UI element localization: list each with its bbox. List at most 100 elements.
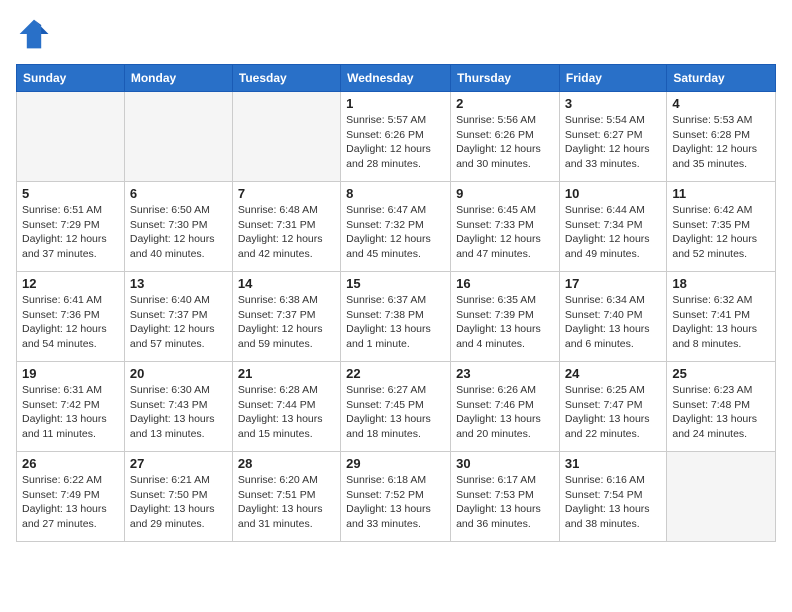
day-info: Sunrise: 5:57 AM Sunset: 6:26 PM Dayligh…: [346, 113, 445, 172]
calendar-header-row: SundayMondayTuesdayWednesdayThursdayFrid…: [17, 65, 776, 92]
calendar-cell: 19Sunrise: 6:31 AM Sunset: 7:42 PM Dayli…: [17, 362, 125, 452]
day-info: Sunrise: 6:22 AM Sunset: 7:49 PM Dayligh…: [22, 473, 119, 532]
page-header: [16, 16, 776, 52]
week-row-3: 19Sunrise: 6:31 AM Sunset: 7:42 PM Dayli…: [17, 362, 776, 452]
calendar-cell: 10 Sunrise: 6:44 AM Sunset: 7:34 PM Dayli…: [559, 182, 666, 272]
calendar-cell: 18Sunrise: 6:32 AM Sunset: 7:41 PM Dayli…: [667, 272, 776, 362]
day-info: Sunrise: 6:23 AM Sunset: 7:48 PM Dayligh…: [672, 383, 770, 442]
calendar-cell: 30 Sunrise: 6:17 AM Sunset: 7:53 PM Dayli…: [451, 452, 560, 542]
header-tuesday: Tuesday: [232, 65, 340, 92]
day-number: 27: [130, 456, 227, 471]
calendar-cell: 3Sunrise: 5:54 AM Sunset: 6:27 PM Daylig…: [559, 92, 666, 182]
calendar-cell: 23 Sunrise: 6:26 AM Sunset: 7:46 PM Dayli…: [451, 362, 560, 452]
header-monday: Monday: [124, 65, 232, 92]
week-row-1: 5 Sunrise: 6:51 AM Sunset: 7:29 PM Daylig…: [17, 182, 776, 272]
day-number: 25: [672, 366, 770, 381]
calendar-cell: 26 Sunrise: 6:22 AM Sunset: 7:49 PM Dayli…: [17, 452, 125, 542]
day-number: 23: [456, 366, 554, 381]
day-info: Sunrise: 6:17 AM Sunset: 7:53 PM Dayligh…: [456, 473, 554, 532]
week-row-0: 1 Sunrise: 5:57 AM Sunset: 6:26 PM Daylig…: [17, 92, 776, 182]
calendar-cell: 31 Sunrise: 6:16 AM Sunset: 7:54 PM Dayli…: [559, 452, 666, 542]
day-info: Sunrise: 6:26 AM Sunset: 7:46 PM Dayligh…: [456, 383, 554, 442]
week-row-2: 12 Sunrise: 6:41 AM Sunset: 7:36 PM Dayli…: [17, 272, 776, 362]
calendar-cell: 9 Sunrise: 6:45 AM Sunset: 7:33 PM Daylig…: [451, 182, 560, 272]
day-number: 3: [565, 96, 661, 111]
calendar-cell: 15Sunrise: 6:37 AM Sunset: 7:38 PM Dayli…: [341, 272, 451, 362]
day-number: 31: [565, 456, 661, 471]
calendar-cell: 22Sunrise: 6:27 AM Sunset: 7:45 PM Dayli…: [341, 362, 451, 452]
day-number: 12: [22, 276, 119, 291]
calendar-cell: 12 Sunrise: 6:41 AM Sunset: 7:36 PM Dayli…: [17, 272, 125, 362]
day-number: 15: [346, 276, 445, 291]
day-info: Sunrise: 6:31 AM Sunset: 7:42 PM Dayligh…: [22, 383, 119, 442]
calendar-cell: 7Sunrise: 6:48 AM Sunset: 7:31 PM Daylig…: [232, 182, 340, 272]
day-number: 14: [238, 276, 335, 291]
calendar-cell: 21 Sunrise: 6:28 AM Sunset: 7:44 PM Dayli…: [232, 362, 340, 452]
day-info: Sunrise: 5:53 AM Sunset: 6:28 PM Dayligh…: [672, 113, 770, 172]
calendar-cell: 8Sunrise: 6:47 AM Sunset: 7:32 PM Daylig…: [341, 182, 451, 272]
day-info: Sunrise: 6:20 AM Sunset: 7:51 PM Dayligh…: [238, 473, 335, 532]
calendar-cell: [232, 92, 340, 182]
header-saturday: Saturday: [667, 65, 776, 92]
calendar-cell: 20Sunrise: 6:30 AM Sunset: 7:43 PM Dayli…: [124, 362, 232, 452]
day-info: Sunrise: 6:51 AM Sunset: 7:29 PM Dayligh…: [22, 203, 119, 262]
day-number: 22: [346, 366, 445, 381]
calendar-cell: 6 Sunrise: 6:50 AM Sunset: 7:30 PM Daylig…: [124, 182, 232, 272]
calendar-cell: 13Sunrise: 6:40 AM Sunset: 7:37 PM Dayli…: [124, 272, 232, 362]
day-info: Sunrise: 6:21 AM Sunset: 7:50 PM Dayligh…: [130, 473, 227, 532]
calendar-cell: 11Sunrise: 6:42 AM Sunset: 7:35 PM Dayli…: [667, 182, 776, 272]
calendar-cell: 16 Sunrise: 6:35 AM Sunset: 7:39 PM Dayli…: [451, 272, 560, 362]
day-number: 30: [456, 456, 554, 471]
day-info: Sunrise: 6:50 AM Sunset: 7:30 PM Dayligh…: [130, 203, 227, 262]
day-info: Sunrise: 6:34 AM Sunset: 7:40 PM Dayligh…: [565, 293, 661, 352]
calendar-cell: [17, 92, 125, 182]
calendar-cell: 5 Sunrise: 6:51 AM Sunset: 7:29 PM Daylig…: [17, 182, 125, 272]
day-number: 29: [346, 456, 445, 471]
day-number: 24: [565, 366, 661, 381]
day-info: Sunrise: 6:38 AM Sunset: 7:37 PM Dayligh…: [238, 293, 335, 352]
day-number: 7: [238, 186, 335, 201]
day-number: 17: [565, 276, 661, 291]
calendar-cell: 27 Sunrise: 6:21 AM Sunset: 7:50 PM Dayli…: [124, 452, 232, 542]
day-number: 2: [456, 96, 554, 111]
header-friday: Friday: [559, 65, 666, 92]
day-info: Sunrise: 6:35 AM Sunset: 7:39 PM Dayligh…: [456, 293, 554, 352]
calendar-cell: 28 Sunrise: 6:20 AM Sunset: 7:51 PM Dayli…: [232, 452, 340, 542]
header-sunday: Sunday: [17, 65, 125, 92]
day-info: Sunrise: 6:25 AM Sunset: 7:47 PM Dayligh…: [565, 383, 661, 442]
day-info: Sunrise: 6:44 AM Sunset: 7:34 PM Dayligh…: [565, 203, 661, 262]
day-info: Sunrise: 6:45 AM Sunset: 7:33 PM Dayligh…: [456, 203, 554, 262]
day-number: 21: [238, 366, 335, 381]
day-info: Sunrise: 6:28 AM Sunset: 7:44 PM Dayligh…: [238, 383, 335, 442]
calendar-cell: 4 Sunrise: 5:53 AM Sunset: 6:28 PM Daylig…: [667, 92, 776, 182]
day-info: Sunrise: 6:42 AM Sunset: 7:35 PM Dayligh…: [672, 203, 770, 262]
calendar-cell: 2 Sunrise: 5:56 AM Sunset: 6:26 PM Daylig…: [451, 92, 560, 182]
day-info: Sunrise: 6:30 AM Sunset: 7:43 PM Dayligh…: [130, 383, 227, 442]
calendar-cell: 29 Sunrise: 6:18 AM Sunset: 7:52 PM Dayli…: [341, 452, 451, 542]
calendar: SundayMondayTuesdayWednesdayThursdayFrid…: [16, 64, 776, 542]
day-number: 6: [130, 186, 227, 201]
day-number: 8: [346, 186, 445, 201]
day-info: Sunrise: 6:16 AM Sunset: 7:54 PM Dayligh…: [565, 473, 661, 532]
calendar-cell: 17 Sunrise: 6:34 AM Sunset: 7:40 PM Dayli…: [559, 272, 666, 362]
logo-icon: [16, 16, 52, 52]
day-number: 28: [238, 456, 335, 471]
header-wednesday: Wednesday: [341, 65, 451, 92]
calendar-cell: 25 Sunrise: 6:23 AM Sunset: 7:48 PM Dayli…: [667, 362, 776, 452]
day-info: Sunrise: 5:56 AM Sunset: 6:26 PM Dayligh…: [456, 113, 554, 172]
day-number: 1: [346, 96, 445, 111]
day-number: 9: [456, 186, 554, 201]
calendar-cell: [124, 92, 232, 182]
day-number: 26: [22, 456, 119, 471]
day-number: 10: [565, 186, 661, 201]
day-number: 4: [672, 96, 770, 111]
day-info: Sunrise: 6:41 AM Sunset: 7:36 PM Dayligh…: [22, 293, 119, 352]
day-number: 16: [456, 276, 554, 291]
calendar-cell: 1 Sunrise: 5:57 AM Sunset: 6:26 PM Daylig…: [341, 92, 451, 182]
week-row-4: 26 Sunrise: 6:22 AM Sunset: 7:49 PM Dayli…: [17, 452, 776, 542]
day-info: Sunrise: 6:40 AM Sunset: 7:37 PM Dayligh…: [130, 293, 227, 352]
calendar-cell: 14 Sunrise: 6:38 AM Sunset: 7:37 PM Dayli…: [232, 272, 340, 362]
header-thursday: Thursday: [451, 65, 560, 92]
day-number: 5: [22, 186, 119, 201]
day-info: Sunrise: 6:18 AM Sunset: 7:52 PM Dayligh…: [346, 473, 445, 532]
